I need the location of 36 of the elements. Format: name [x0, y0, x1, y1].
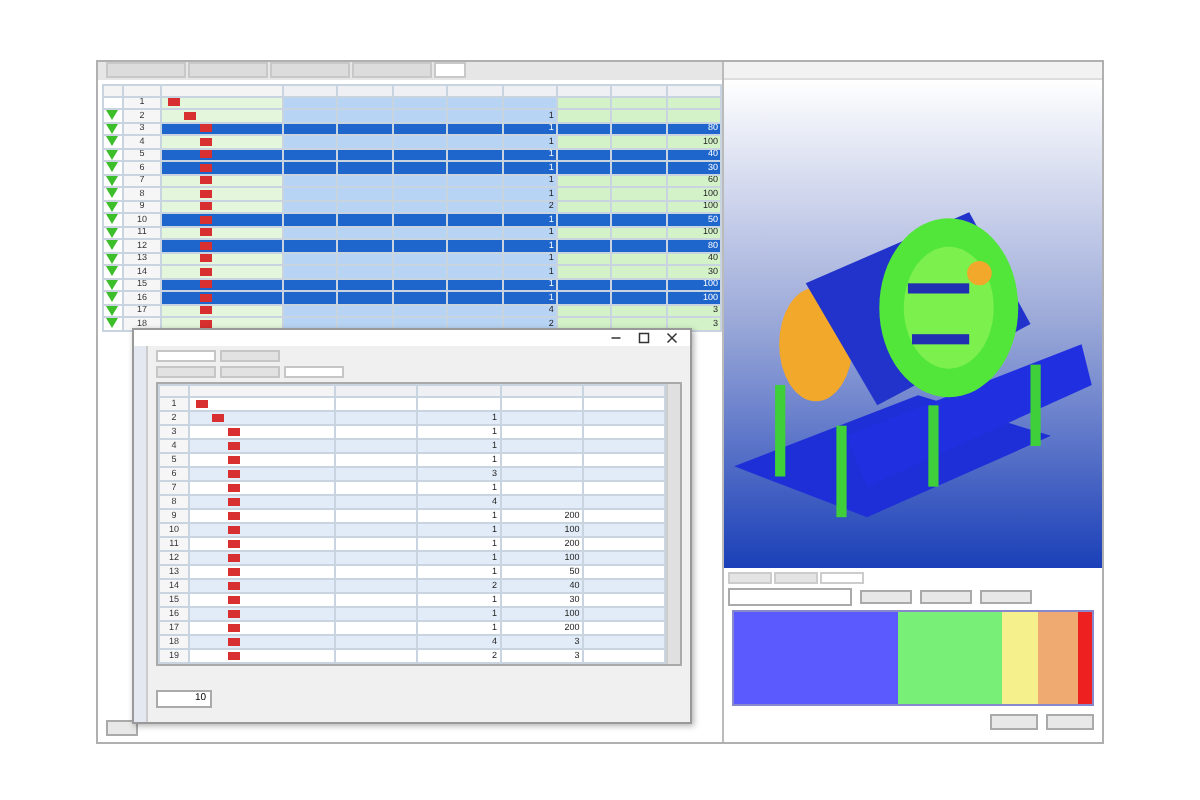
scrollbar[interactable] — [666, 384, 680, 664]
column-header[interactable] — [611, 85, 667, 96]
column-header[interactable] — [502, 85, 557, 96]
column-header[interactable] — [556, 85, 612, 96]
tab[interactable] — [106, 62, 186, 78]
minimize-icon[interactable] — [610, 332, 622, 344]
tab[interactable] — [434, 62, 466, 78]
tab[interactable] — [728, 572, 772, 584]
dialog-button[interactable] — [990, 714, 1038, 730]
tab[interactable] — [820, 572, 864, 584]
close-icon[interactable] — [666, 332, 678, 344]
tab[interactable] — [220, 350, 280, 362]
tab[interactable] — [156, 350, 216, 362]
column-header[interactable] — [666, 85, 721, 96]
footer-button[interactable] — [106, 720, 138, 736]
tab[interactable] — [284, 366, 344, 378]
dialog-button[interactable] — [1046, 714, 1094, 730]
column-header[interactable] — [283, 85, 338, 96]
tab[interactable] — [774, 572, 818, 584]
toolbar-button[interactable] — [860, 590, 912, 604]
tab[interactable] — [156, 366, 216, 378]
maximize-icon[interactable] — [638, 332, 650, 344]
column-header[interactable] — [447, 85, 502, 96]
tab[interactable] — [270, 62, 350, 78]
toolbar-button[interactable] — [920, 590, 972, 604]
column-header[interactable] — [335, 385, 418, 397]
tab[interactable] — [220, 366, 280, 378]
column-header[interactable] — [500, 385, 583, 397]
tab[interactable] — [188, 62, 268, 78]
column-header[interactable] — [392, 85, 448, 96]
column-header[interactable] — [417, 385, 500, 397]
column-header[interactable] — [582, 385, 665, 397]
column-header[interactable] — [337, 85, 393, 96]
toolbar-button[interactable] — [980, 590, 1032, 604]
dropdown[interactable] — [728, 588, 852, 606]
tab[interactable] — [352, 62, 432, 78]
